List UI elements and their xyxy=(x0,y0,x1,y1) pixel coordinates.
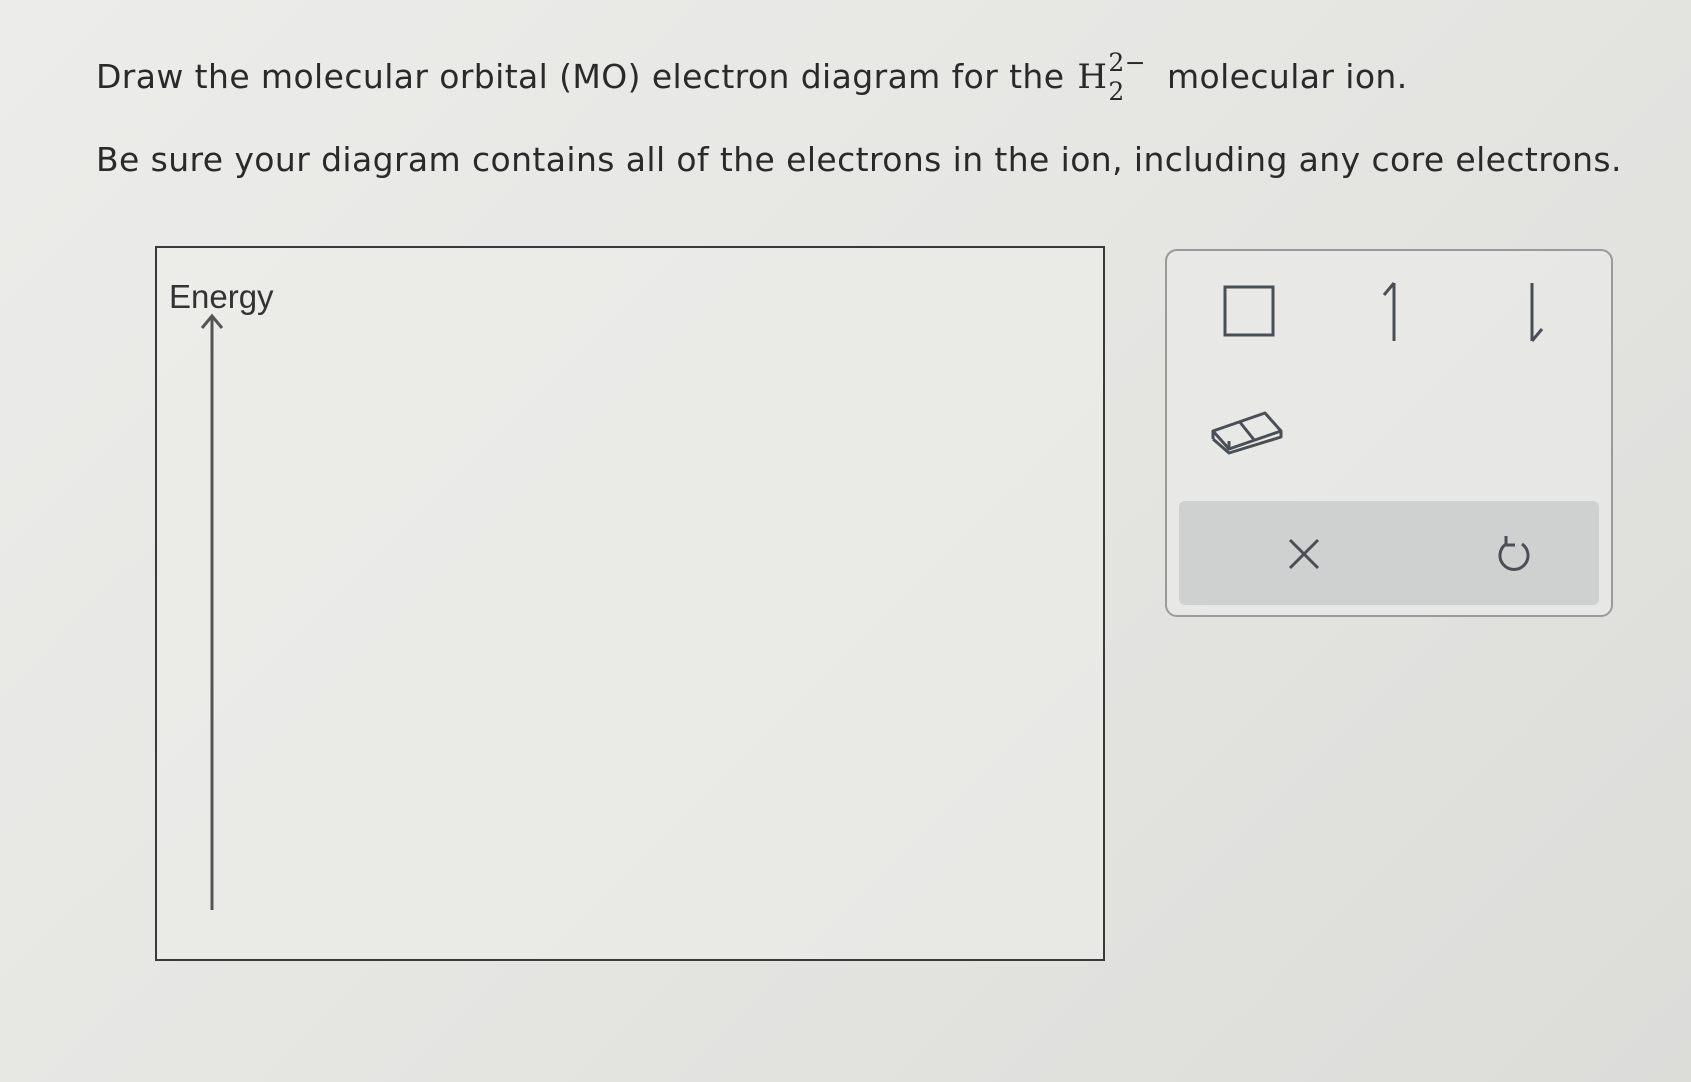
ion-charge: 2− xyxy=(1108,48,1147,77)
drawing-toolbox xyxy=(1165,249,1613,617)
orbital-box-icon[interactable] xyxy=(1219,281,1279,341)
prompt-text-after: molecular ion. xyxy=(1166,57,1408,96)
mo-diagram-canvas[interactable]: Energy xyxy=(155,246,1105,961)
eraser-icon[interactable] xyxy=(1207,399,1287,459)
energy-axis-arrow xyxy=(200,313,224,910)
instruction-text: Be sure your diagram contains all of the… xyxy=(96,140,1622,179)
prompt-text-before: Draw the molecular orbital (MO) electron… xyxy=(96,57,1065,96)
action-bar xyxy=(1179,501,1599,605)
undo-icon[interactable] xyxy=(1487,527,1541,581)
ion-formula: H 2− 2 xyxy=(1077,48,1147,106)
spin-up-arrow-icon[interactable] xyxy=(1367,277,1417,347)
question-prompt: Draw the molecular orbital (MO) electron… xyxy=(96,44,1408,110)
ion-subscript: 2 xyxy=(1108,77,1125,106)
clear-x-icon[interactable] xyxy=(1277,527,1331,581)
spin-down-arrow-icon[interactable] xyxy=(1509,277,1559,347)
